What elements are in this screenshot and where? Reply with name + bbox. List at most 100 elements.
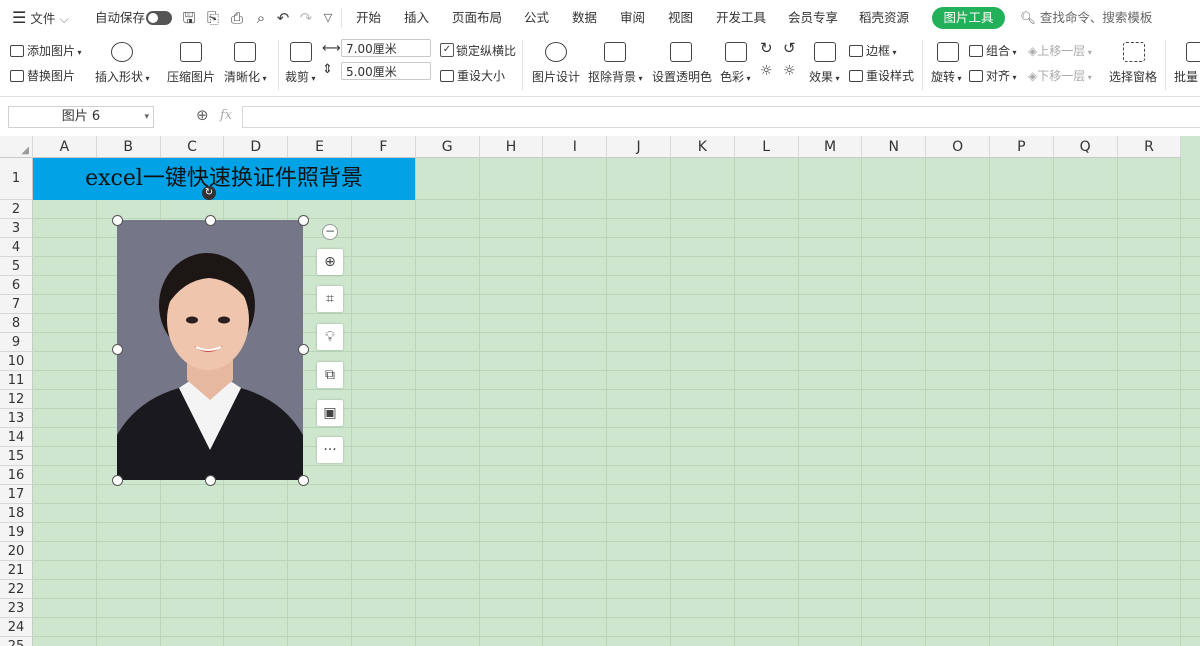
name-box[interactable]: 图片 6 ▾ (8, 106, 154, 128)
rotate-button[interactable]: 旋转 ▾ (931, 68, 962, 85)
column-header-g[interactable]: G (415, 136, 480, 158)
title-cell[interactable]: excel一键快速换证件照背景 (33, 158, 415, 200)
column-header-o[interactable]: O (926, 136, 990, 158)
replace-image-icon[interactable]: ⧉ (317, 362, 343, 388)
row-header-22[interactable]: 22 (0, 580, 33, 599)
column-header-b[interactable]: B (96, 136, 161, 158)
height-input[interactable]: 5.00厘米 (341, 62, 431, 80)
row-header-16[interactable]: 16 (0, 466, 33, 485)
sharpen-button[interactable]: 清晰化 ▾ (224, 68, 267, 85)
crop-float-icon[interactable]: ⌗ (317, 286, 343, 312)
row-header-6[interactable]: 6 (0, 276, 33, 295)
rotate-right-small-icon[interactable]: ↺ (783, 39, 796, 57)
row-header-24[interactable]: 24 (0, 618, 33, 637)
file-menu[interactable]: ☰ 文件 ⌵ (12, 0, 69, 36)
row-header-15[interactable]: 15 (0, 447, 33, 466)
align-button[interactable]: 对齐 ▾ (969, 67, 1017, 84)
command-search[interactable]: 🔍︎ 查找命令、搜索模板 (1020, 0, 1152, 36)
column-header-a[interactable]: A (33, 136, 97, 158)
tab-insert[interactable]: 插入 (404, 0, 429, 36)
effects-button[interactable]: 效果 ▾ (809, 68, 840, 85)
id-photo[interactable] (117, 220, 303, 480)
picture-design-button[interactable]: 图片设计 (532, 68, 580, 85)
column-header-c[interactable]: C (160, 136, 225, 158)
row-header-4[interactable]: 4 (0, 238, 33, 257)
crop-button[interactable]: 裁剪 ▾ (285, 68, 316, 85)
group-button[interactable]: 组合 ▾ (969, 42, 1017, 59)
resize-handle-bottom-left[interactable] (112, 475, 123, 486)
row-header-1[interactable]: 1 (0, 158, 33, 200)
row-header-7[interactable]: 7 (0, 295, 33, 314)
more-icon[interactable]: ··· (317, 437, 343, 463)
print-icon[interactable]: ⎙ (228, 9, 246, 27)
column-header-m[interactable]: M (798, 136, 863, 158)
column-header-f[interactable]: F (352, 136, 416, 158)
tab-docer-resources[interactable]: 稻壳资源 (859, 0, 909, 36)
row-header-17[interactable]: 17 (0, 485, 33, 504)
print-preview-icon[interactable]: ⌕ (252, 9, 270, 27)
tab-picture-tools[interactable]: 图片工具 (932, 7, 1005, 29)
row-header-12[interactable]: 12 (0, 390, 33, 409)
save-icon[interactable]: 🖫 (180, 9, 198, 27)
color-button[interactable]: 色彩 ▾ (720, 68, 751, 85)
column-header-h[interactable]: H (479, 136, 544, 158)
remove-background-button[interactable]: 抠除背景 ▾ (588, 68, 643, 85)
reset-size-button[interactable]: 重设大小 (440, 67, 505, 84)
tab-data[interactable]: 数据 (572, 0, 597, 36)
row-header-14[interactable]: 14 (0, 428, 33, 447)
bring-forward-button[interactable]: ◈上移一层 ▾ (1028, 42, 1092, 59)
quick-access-more-icon[interactable]: ▽ (319, 9, 337, 27)
resize-handle-bottom-right[interactable] (298, 475, 309, 486)
resize-handle-top-left[interactable] (112, 215, 123, 226)
rotate-left-small-icon[interactable]: ↻ (760, 39, 773, 57)
rotate-handle-icon[interactable]: ↻ (202, 186, 216, 200)
column-header-i[interactable]: I (543, 136, 608, 158)
tab-developer[interactable]: 开发工具 (716, 0, 766, 36)
lock-ratio-checkbox[interactable]: ✓ (440, 43, 454, 57)
row-header-25[interactable]: 25 (0, 637, 33, 646)
column-header-l[interactable]: L (734, 136, 799, 158)
compress-picture-button[interactable]: 压缩图片 (167, 68, 215, 85)
autosave-toggle[interactable] (146, 11, 172, 25)
zoom-in-icon[interactable]: ⊕ (317, 249, 343, 275)
row-header-3[interactable]: 3 (0, 219, 33, 238)
width-input[interactable]: 7.00厘米 (341, 39, 431, 57)
export-pdf-icon[interactable]: ⎘ (204, 9, 222, 27)
row-header-11[interactable]: 11 (0, 371, 33, 390)
column-header-j[interactable]: J (607, 136, 671, 158)
tab-page-layout[interactable]: 页面布局 (452, 0, 502, 36)
replace-picture-button[interactable]: 替换图片 (10, 67, 75, 84)
resize-handle-top-right[interactable] (298, 215, 309, 226)
resize-handle-right[interactable] (298, 344, 309, 355)
collapse-toolbar-icon[interactable]: − (322, 224, 338, 240)
column-header-e[interactable]: E (288, 136, 352, 158)
resize-handle-left[interactable] (112, 344, 123, 355)
tab-home[interactable]: 开始 (356, 0, 381, 36)
column-header-n[interactable]: N (862, 136, 927, 158)
tab-formulas[interactable]: 公式 (524, 0, 549, 36)
row-header-9[interactable]: 9 (0, 333, 33, 352)
tab-review[interactable]: 审阅 (620, 0, 645, 36)
brightness-up-icon[interactable]: ☼ (760, 63, 773, 79)
tab-view[interactable]: 视图 (668, 0, 693, 36)
batch-button[interactable]: 批量 (1174, 68, 1198, 85)
selection-pane-button[interactable]: 选择窗格 (1109, 68, 1157, 85)
fx-icon[interactable]: fx (220, 108, 232, 123)
column-header-q[interactable]: Q (1053, 136, 1118, 158)
resize-handle-top[interactable] (205, 215, 216, 226)
row-header-23[interactable]: 23 (0, 599, 33, 618)
lightbulb-icon[interactable]: 💡︎ (317, 324, 343, 350)
select-all-corner[interactable]: ◢ (0, 136, 33, 158)
row-header-18[interactable]: 18 (0, 504, 33, 523)
zoom-icon[interactable]: ⊕ (196, 106, 209, 124)
row-header-19[interactable]: 19 (0, 523, 33, 542)
column-header-p[interactable]: P (990, 136, 1054, 158)
row-header-10[interactable]: 10 (0, 352, 33, 371)
set-transparent-button[interactable]: 设置透明色 (652, 68, 712, 85)
add-picture-button[interactable]: 添加图片 ▾ (10, 42, 82, 59)
column-header-d[interactable]: D (224, 136, 289, 158)
send-backward-button[interactable]: ◈下移一层 ▾ (1028, 67, 1092, 84)
column-header-k[interactable]: K (671, 136, 735, 158)
row-header-21[interactable]: 21 (0, 561, 33, 580)
undo-icon[interactable]: ↶ (274, 9, 292, 27)
